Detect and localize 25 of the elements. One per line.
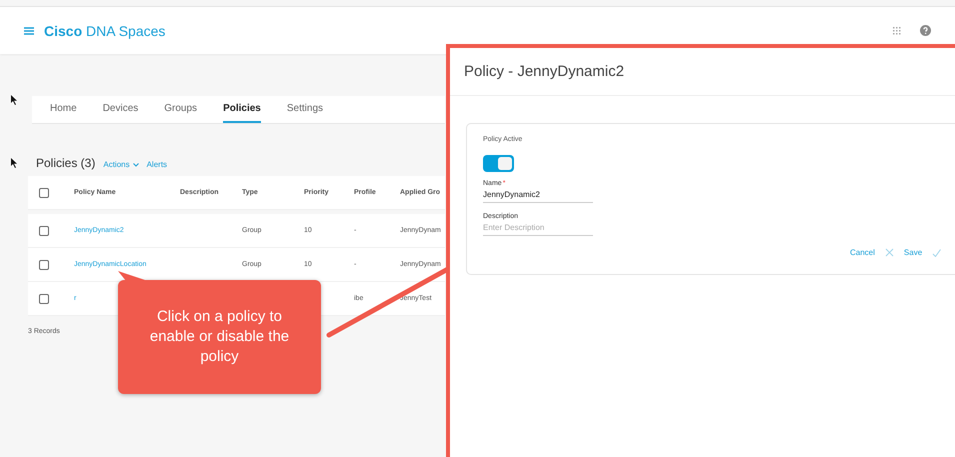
- nav-tab[interactable]: Home: [50, 96, 77, 123]
- menu-icon[interactable]: [24, 26, 34, 34]
- mouse-cursor-icon: [11, 95, 18, 105]
- nav-tab[interactable]: Policies: [223, 96, 261, 123]
- callout-text: Click on a policy to enable or disable the policy: [148, 306, 290, 368]
- name-field[interactable]: JennyDynamic2: [483, 190, 593, 203]
- apps-grid-icon[interactable]: [892, 26, 902, 36]
- row-checkbox[interactable]: [39, 260, 49, 270]
- select-all-checkbox[interactable]: [39, 188, 49, 198]
- row-checkbox[interactable]: [39, 294, 49, 304]
- section-title: Policies (3): [36, 156, 96, 170]
- help-icon[interactable]: [920, 25, 931, 36]
- cancel-button[interactable]: Cancel: [850, 248, 875, 257]
- brand-logo: Cisco DNA Spaces: [44, 22, 166, 38]
- nav-tab[interactable]: Groups: [164, 96, 198, 123]
- mouse-cursor-icon: [11, 158, 18, 168]
- nav-tab[interactable]: Devices: [102, 96, 138, 123]
- save-button[interactable]: Save: [904, 248, 922, 257]
- chevron-down-icon: [132, 162, 139, 166]
- active-toggle[interactable]: [483, 155, 514, 172]
- row-checkbox[interactable]: [39, 226, 49, 236]
- drawer-title: Policy - JennyDynamic2: [450, 48, 955, 96]
- nav-tab[interactable]: Settings: [286, 96, 324, 123]
- check-icon[interactable]: [932, 248, 942, 256]
- description-field[interactable]: Enter Description: [483, 223, 593, 236]
